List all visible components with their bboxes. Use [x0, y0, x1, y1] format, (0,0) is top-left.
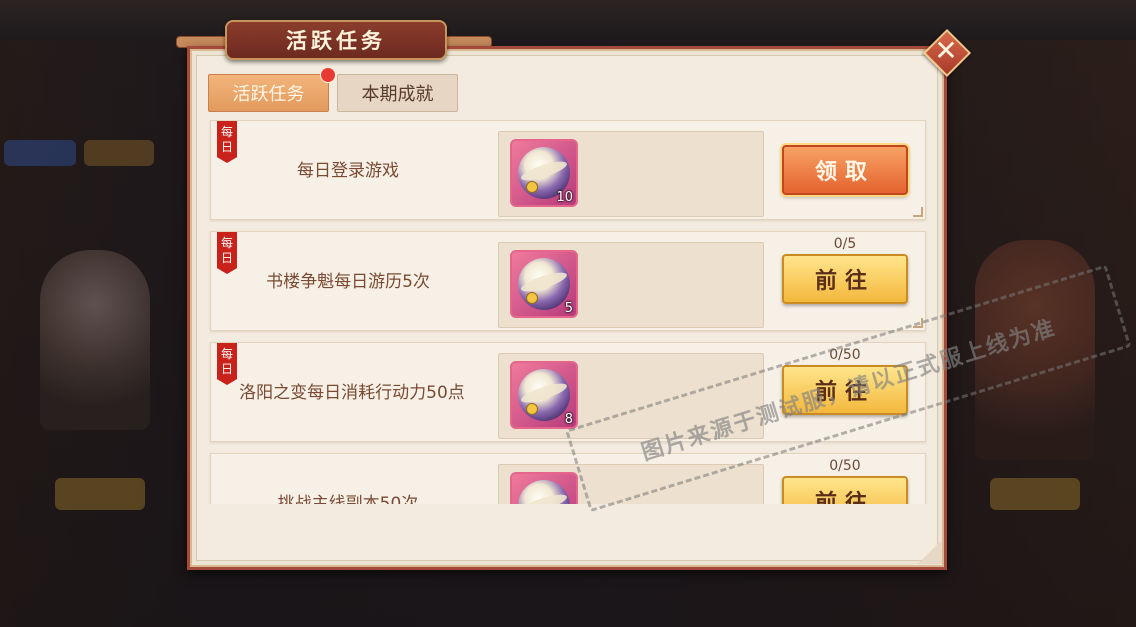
reward-box: 10 — [498, 131, 764, 217]
task-list[interactable]: 每日 每日登录游戏 10 领取 每日 书楼争魁每日游历5次 5 0/5 前往 每… — [208, 120, 928, 504]
reward-count: 5 — [564, 301, 573, 316]
row-corner-ornament — [913, 318, 923, 328]
tab-active-tasks[interactable]: 活跃任务 — [208, 74, 329, 112]
background-button-bottom-left — [55, 478, 145, 510]
background-character-right — [975, 240, 1095, 460]
task-name: 书楼争魁每日游历5次 — [266, 272, 430, 292]
window-title-text: 活跃任务 — [286, 29, 386, 53]
close-button[interactable]: ✕ — [922, 28, 972, 78]
panel-corner-ornament — [916, 542, 942, 564]
task-name: 挑战主线副本50次 — [277, 494, 419, 504]
close-icon: ✕ — [934, 34, 958, 67]
row-corner-ornament — [913, 207, 923, 217]
bun-item-icon[interactable]: 8 — [510, 361, 578, 429]
reward-count: 10 — [556, 190, 573, 205]
task-row: 每日 洛阳之变每日消耗行动力50点 8 0/50 前往 — [210, 342, 926, 442]
tab-label: 活跃任务 — [232, 84, 305, 105]
task-row: 挑战主线副本50次 0/50 前往 — [210, 453, 926, 504]
button-label: 前往 — [814, 380, 875, 405]
background-character-left — [40, 250, 150, 430]
task-row: 每日 每日登录游戏 10 领取 — [210, 120, 926, 220]
claim-button[interactable]: 领取 — [782, 145, 908, 195]
reward-box: 8 — [498, 353, 764, 439]
task-progress: 0/5 — [833, 236, 857, 252]
item-gem — [526, 292, 538, 304]
reward-box — [498, 464, 764, 504]
task-row: 每日 书楼争魁每日游历5次 5 0/5 前往 — [210, 231, 926, 331]
button-label: 前往 — [814, 269, 875, 294]
tab-achievements[interactable]: 本期成就 — [337, 74, 458, 112]
bun-item-icon[interactable] — [510, 472, 578, 504]
background-hud-left-2 — [84, 140, 154, 166]
go-button[interactable]: 前往 — [782, 476, 908, 504]
reward-count: 8 — [564, 412, 573, 427]
window-title: 活跃任务 — [225, 20, 447, 60]
task-name: 每日登录游戏 — [297, 161, 399, 181]
bun-item-icon[interactable]: 5 — [510, 250, 578, 318]
bun-item-icon[interactable]: 10 — [510, 139, 578, 207]
task-progress: 0/50 — [829, 458, 861, 474]
background-button-bottom-right — [990, 478, 1080, 510]
go-button[interactable]: 前往 — [782, 254, 908, 304]
item-gem — [526, 181, 538, 193]
button-label: 领取 — [814, 160, 875, 185]
item-gem — [526, 403, 538, 415]
background-hud-left — [4, 140, 76, 166]
task-name: 洛阳之变每日消耗行动力50点 — [239, 383, 465, 403]
button-label: 前往 — [814, 491, 875, 504]
notification-dot — [320, 67, 336, 83]
go-button[interactable]: 前往 — [782, 365, 908, 415]
tab-label: 本期成就 — [361, 84, 434, 105]
reward-box: 5 — [498, 242, 764, 328]
task-progress: 0/50 — [829, 347, 861, 363]
